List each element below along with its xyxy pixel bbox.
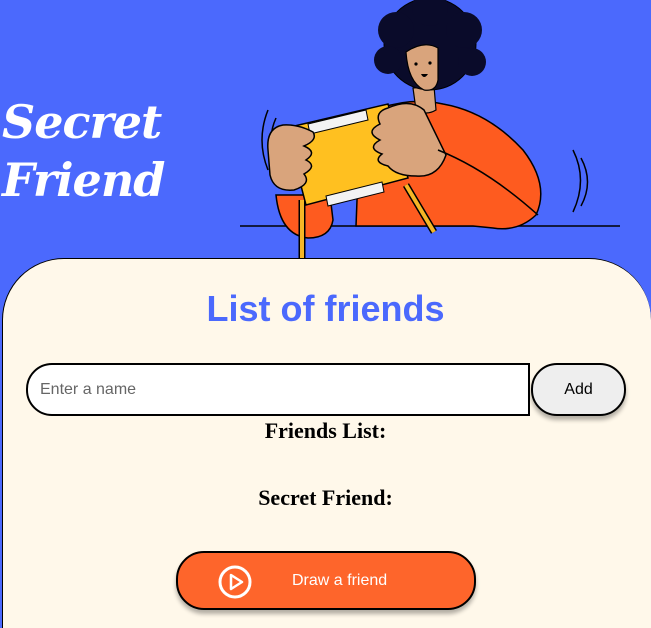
friends-heading: List of friends — [206, 288, 445, 329]
title-line-2: Friend — [2, 152, 165, 207]
secret-friend-label: Secret Friend: — [258, 485, 393, 510]
draw-friend-label: Draw a friend — [292, 572, 388, 589]
draw-friend-button[interactable]: Draw a friend — [176, 551, 476, 610]
name-input[interactable] — [26, 363, 530, 416]
person-playing-game-illustration — [240, 0, 620, 262]
page-title: Secret Friend — [2, 93, 165, 209]
title-line-1: Secret — [2, 94, 162, 149]
friends-list-label: Friends List: — [264, 418, 387, 443]
play-circle-icon — [218, 565, 252, 599]
header: Secret Friend — [0, 0, 651, 262]
add-button[interactable]: Add — [531, 363, 626, 416]
